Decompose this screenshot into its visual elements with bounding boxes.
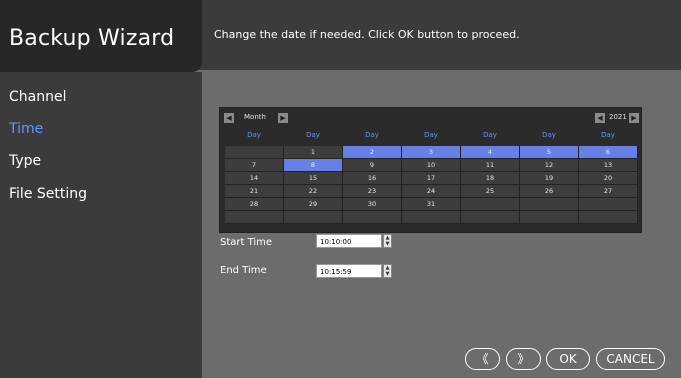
calendar-empty-cell [225, 211, 284, 224]
end-time-label: End Time [220, 265, 267, 276]
sidebar-item-time[interactable]: Time [9, 121, 43, 137]
calendar-day-cell[interactable]: 14 [225, 172, 284, 185]
calendar-day-cell[interactable]: 1 [284, 146, 343, 159]
day-header: Day [542, 131, 556, 139]
calendar-day-cell[interactable]: 4 [461, 146, 520, 159]
calendar-day-cell[interactable]: 2 [343, 146, 402, 159]
calendar-day-cell[interactable]: 13 [579, 159, 638, 172]
page-title: Backup Wizard [9, 26, 175, 51]
wizard-window: Backup Wizard Change the date if needed.… [0, 0, 681, 378]
calendar-day-cell[interactable]: 30 [343, 198, 402, 211]
day-header: Day [306, 131, 320, 139]
instruction-text: Change the date if needed. Click OK butt… [214, 28, 520, 41]
calendar-header: ◀ Month ▶ ◀ 2021 ▶ [220, 108, 641, 128]
start-time-label: Start Time [220, 237, 273, 248]
calendar-day-cell[interactable]: 17 [402, 172, 461, 185]
calendar: ◀ Month ▶ ◀ 2021 ▶ Day Day Day Day Day Day Day… [219, 107, 642, 233]
sidebar-item-file-setting[interactable]: File Setting [9, 186, 87, 202]
calendar-day-cell[interactable]: 5 [520, 146, 579, 159]
year-next-icon[interactable]: ▶ [629, 113, 639, 123]
start-time-input[interactable]: 10:10:00 [316, 234, 382, 248]
end-time-input[interactable]: 10:15:59 [316, 264, 382, 278]
cancel-button[interactable]: CANCEL [596, 348, 665, 370]
ok-button[interactable]: OK [546, 348, 590, 370]
prev-button[interactable]: 《 [465, 348, 500, 370]
calendar-day-cell[interactable]: 25 [461, 185, 520, 198]
calendar-empty-cell [402, 211, 461, 224]
calendar-empty-cell [225, 146, 284, 159]
calendar-day-cell[interactable]: 27 [579, 185, 638, 198]
sidebar-item-channel[interactable]: Channel [9, 89, 66, 105]
day-header: Day [365, 131, 379, 139]
calendar-day-cell[interactable]: 7 [225, 159, 284, 172]
calendar-day-cell[interactable]: 21 [225, 185, 284, 198]
calendar-day-cell[interactable]: 6 [579, 146, 638, 159]
calendar-empty-cell [520, 211, 579, 224]
day-header-row: Day Day Day Day Day Day Day [225, 131, 636, 143]
calendar-day-cell[interactable]: 24 [402, 185, 461, 198]
calendar-day-cell[interactable]: 3 [402, 146, 461, 159]
calendar-day-cell[interactable]: 20 [579, 172, 638, 185]
month-label: Month [244, 113, 266, 121]
calendar-day-cell[interactable]: 26 [520, 185, 579, 198]
title-box: Backup Wizard [0, 0, 202, 72]
calendar-empty-cell [461, 198, 520, 211]
start-time-spinner[interactable]: ▲ ▼ [383, 234, 392, 248]
calendar-empty-cell [284, 211, 343, 224]
calendar-day-cell[interactable]: 18 [461, 172, 520, 185]
calendar-day-cell[interactable]: 31 [402, 198, 461, 211]
day-header: Day [424, 131, 438, 139]
month-next-icon[interactable]: ▶ [278, 113, 288, 123]
end-time-spinner[interactable]: ▲ ▼ [383, 264, 392, 278]
calendar-empty-cell [343, 211, 402, 224]
next-button[interactable]: 》 [506, 348, 541, 370]
calendar-day-cell[interactable]: 19 [520, 172, 579, 185]
day-header: Day [247, 131, 261, 139]
calendar-empty-cell [461, 211, 520, 224]
day-header: Day [483, 131, 497, 139]
sidebar-item-type[interactable]: Type [9, 153, 41, 169]
year-prev-icon[interactable]: ◀ [595, 113, 605, 123]
calendar-empty-cell [579, 198, 638, 211]
sidebar [0, 72, 202, 378]
calendar-day-cell[interactable]: 23 [343, 185, 402, 198]
calendar-day-cell[interactable]: 15 [284, 172, 343, 185]
calendar-empty-cell [579, 211, 638, 224]
calendar-day-cell[interactable]: 22 [284, 185, 343, 198]
day-header: Day [601, 131, 615, 139]
calendar-day-cell[interactable]: 28 [225, 198, 284, 211]
calendar-day-cell[interactable]: 9 [343, 159, 402, 172]
calendar-day-cell[interactable]: 29 [284, 198, 343, 211]
calendar-day-cell[interactable]: 12 [520, 159, 579, 172]
calendar-day-cell[interactable]: 10 [402, 159, 461, 172]
calendar-day-cell[interactable]: 16 [343, 172, 402, 185]
calendar-day-cell[interactable]: 11 [461, 159, 520, 172]
year-label: 2021 [609, 113, 627, 121]
calendar-day-cell[interactable]: 8 [284, 159, 343, 172]
calendar-empty-cell [520, 198, 579, 211]
month-prev-icon[interactable]: ◀ [224, 113, 234, 123]
